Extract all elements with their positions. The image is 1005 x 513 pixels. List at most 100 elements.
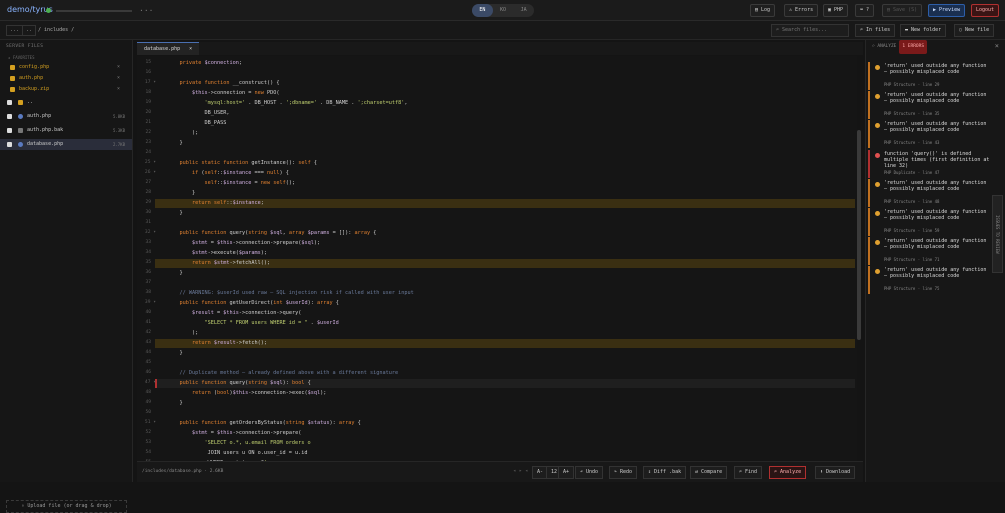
code-line[interactable]: $result = $this->connection->query( [167,308,301,318]
analyze-button[interactable]: ⌕ Analyze [769,466,807,479]
redo-button[interactable]: ↷ Redo [609,466,638,479]
new-file-button[interactable]: ▯ New file [954,24,995,37]
issues-side-tab[interactable]: ISSUES TO REVIEW [992,195,1003,273]
lang-ko[interactable]: KO [493,4,514,17]
file-sidebar: SERVER FILES ★ FAVORITES config.php × aut… [0,40,133,513]
file-checkbox[interactable] [7,128,12,133]
code-line[interactable]: $this->connection = new PDO( [167,88,279,98]
logout-button[interactable]: Logout [971,4,1000,17]
code-line[interactable]: private $connection; [167,58,242,68]
code-line[interactable]: ); [167,128,198,138]
diff-bak-button[interactable]: ⇕ Diff .bak [643,466,687,479]
issue-item[interactable]: 'return' used outside any function — pos… [868,266,993,295]
code-line[interactable]: DB_USER, [167,108,229,118]
find-button[interactable]: ⌕ Find [734,466,763,479]
line-number: 18 [145,90,151,95]
more-menu[interactable]: ... [139,4,153,13]
code-line[interactable]: return (bool)$this->connection->exec($sq… [167,388,326,398]
upload-dropzone[interactable]: ⇪ Upload file (or drag & drop) [6,500,127,513]
remove-favorite-icon[interactable]: × [117,84,120,95]
issue-item[interactable]: function 'query()' is defined multiple t… [868,149,993,178]
back-button[interactable]: ... [6,25,24,36]
line-number: 25 ▾ [144,160,156,165]
code-line[interactable]: public function query(string $sql): bool… [167,378,311,388]
favorite-item[interactable]: auth.php × [0,73,132,84]
code-line[interactable]: } [167,398,182,408]
new-folder-button[interactable]: ▬ New folder [900,24,947,37]
line-number: 21 [145,120,151,125]
php-file-icon [18,114,23,119]
up-button[interactable]: .. [22,25,37,36]
code-line[interactable]: return $result->fetch(); [167,338,267,348]
file-checkbox[interactable] [7,114,12,119]
code-line[interactable]: "SELECT * FROM users WHERE id = " . $use… [167,318,338,328]
issue-item[interactable]: 'return' used outside any function — pos… [868,178,993,207]
search-input[interactable]: ⌕ Search files... [771,24,849,37]
remove-favorite-icon[interactable]: × [117,62,120,73]
issue-item[interactable]: 'return' used outside any function — pos… [868,91,993,120]
close-panel-icon[interactable]: × [995,42,999,50]
code-line[interactable]: JOIN users u ON o.user_id = u.id [167,448,308,458]
code-line[interactable]: return self::$instance; [167,198,264,208]
remove-favorite-icon[interactable]: × [117,73,120,84]
close-tab-icon[interactable]: × [189,46,192,52]
line-number: 46 [145,370,151,375]
code-line[interactable]: return $stmt->fetchAll(); [167,258,270,268]
tab-database-php[interactable]: database.php × [137,42,200,55]
code-line[interactable]: public function getOrdersByStatus(string… [167,418,361,428]
breadcrumb-path[interactable]: / includes / [38,27,74,33]
editor-scrollbar[interactable] [857,130,861,340]
php-button[interactable]: ▣ PHP [823,4,849,17]
issue-item[interactable]: 'return' used outside any function — pos… [868,62,993,90]
issue-item[interactable]: 'return' used outside any function — pos… [868,237,993,266]
code-line[interactable]: self::$instance = new self(); [167,178,295,188]
line-number: 38 [145,290,151,295]
preview-button[interactable]: ▶ Preview [928,4,966,17]
code-line[interactable]: public function getUserDirect(int $userI… [167,298,339,308]
file-item[interactable]: auth.php.bak 5.3KB [0,125,132,136]
file-item[interactable]: auth.php 5.8KB [0,111,132,122]
line-number: 52 [145,430,151,435]
code-line[interactable]: // Duplicate method — already defined ab… [167,368,398,378]
code-editor[interactable]: 15 private $connection; 16 17 ▾ private fu… [137,56,857,461]
code-line[interactable]: } [167,138,182,148]
compare-button[interactable]: ⇄ Compare [690,466,728,479]
code-line[interactable]: DB_PASS [167,118,226,128]
lang-en[interactable]: EN [472,4,493,17]
file-item[interactable]: .. [0,97,132,108]
code-line[interactable]: } [167,188,195,198]
lang-ja[interactable]: JA [513,4,534,17]
code-line[interactable]: public function query(string $sql, array… [167,228,377,238]
file-checkbox[interactable] [7,100,12,105]
issue-item[interactable]: 'return' used outside any function — pos… [868,208,993,236]
save-button[interactable]: ▤ Save (S) [882,4,923,17]
code-line[interactable]: $stmt = $this->connection->prepare( [167,428,301,438]
download-button[interactable]: ⬇ Download [815,466,856,479]
code-line[interactable]: } [167,268,182,278]
issue-item[interactable]: 'return' used outside any function — pos… [868,120,993,149]
code-line[interactable]: 'mysql:host=' . DB_HOST . ';dbname=' . D… [167,98,407,108]
undo-button[interactable]: ↶ Undo [575,466,604,479]
errors-button[interactable]: ⚠ Errors [784,4,819,17]
code-line[interactable]: $stmt->execute($params); [167,248,267,258]
code-line[interactable]: } [167,348,182,358]
favorite-item[interactable]: config.php × [0,62,132,73]
code-line[interactable]: private function __construct() { [167,78,280,88]
code-line[interactable]: if (self::$instance === null) { [167,168,289,178]
nav-arrows[interactable]: ◂ ▸ ◂ [509,466,532,479]
code-line[interactable]: $stmt = $this->connection->prepare($sql)… [167,238,320,248]
code-line[interactable]: } [167,208,182,218]
favorite-item[interactable]: backup.zip × [0,84,132,95]
file-checkbox[interactable] [7,142,12,147]
line-number: 37 [145,280,151,285]
code-line[interactable]: 'SELECT o.*, u.email FROM orders o [167,438,310,448]
font-increase-button[interactable]: A+ [558,466,575,479]
code-line[interactable]: ); [167,328,198,338]
line-number: 16 [145,70,151,75]
code-line[interactable]: public static function getInstance(): se… [167,158,317,168]
in-files-button[interactable]: ⌕ In files [855,24,896,37]
file-item[interactable]: database.php 2.7KB [0,139,132,150]
code-line[interactable]: // WARNING: $userId used raw — SQL injec… [167,288,413,298]
shortcuts-button[interactable]: ⌨ ? [855,4,875,17]
log-button[interactable]: ▤ Log [750,4,776,17]
